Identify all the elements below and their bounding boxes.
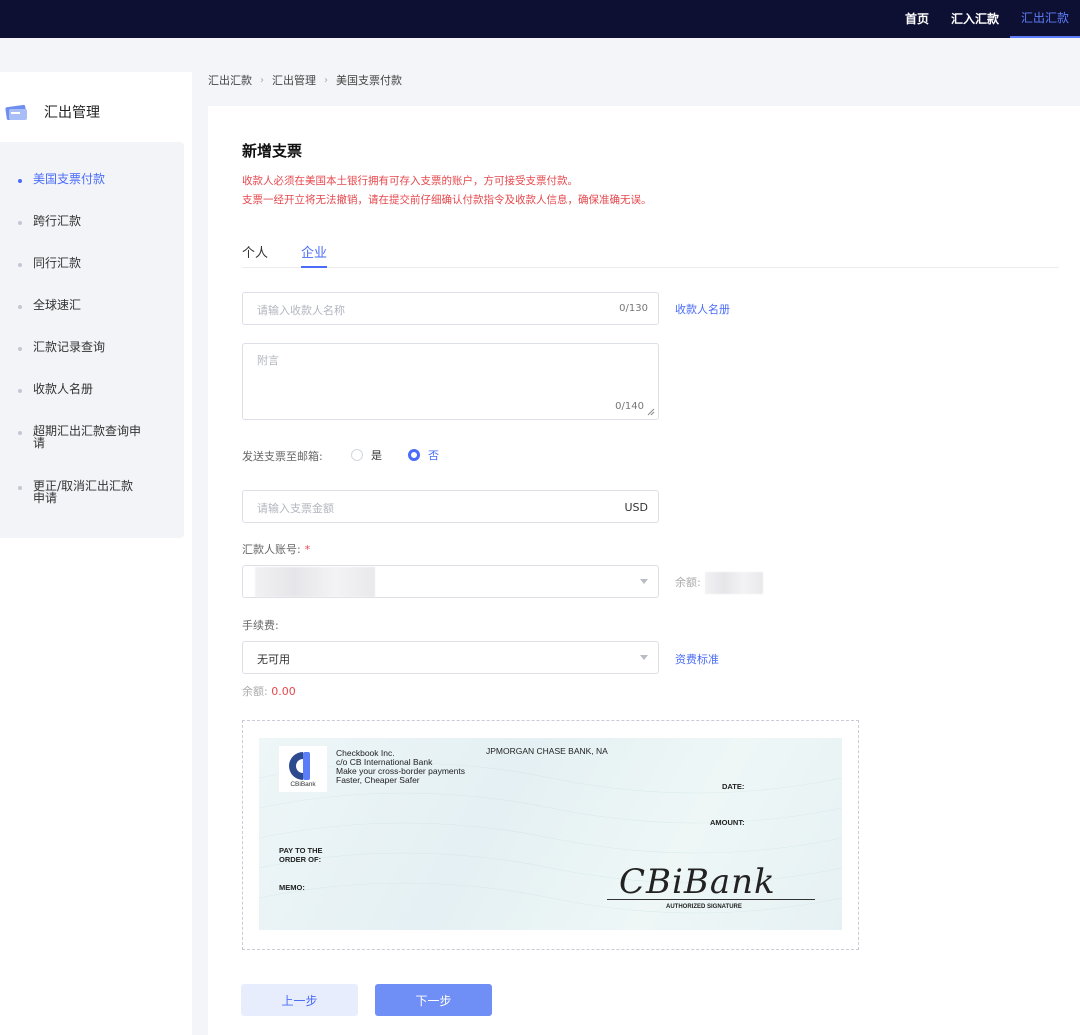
fee-select[interactable]: 无可用 (242, 641, 659, 674)
sidebar-item-label: 超期汇出汇款查询申请 (33, 424, 142, 450)
sidebar-item-label: 同行汇款 (33, 256, 82, 270)
signature: CBiBank (619, 862, 776, 902)
send-email-label: 发送支票至邮箱: (242, 450, 323, 463)
sidebar-item-us-cheque[interactable]: 美国支票付款 (0, 173, 184, 185)
radio-label: 否 (428, 449, 439, 462)
chevron-right-icon: › (260, 74, 264, 86)
sidebar-item-same-bank[interactable]: 同行汇款 (0, 257, 184, 269)
char-counter: 0/130 (619, 303, 648, 314)
prev-step-button[interactable]: 上一步 (241, 984, 358, 1016)
warning-text: 支票一经开立将无法撤销，请在提交前仔细确认付款指令及收款人信息，确保准确无误。 (242, 194, 652, 206)
sidebar-item-interbank[interactable]: 跨行汇款 (0, 215, 184, 227)
sidebar-item-overdue-inquiry[interactable]: 超期汇出汇款查询申请 (0, 425, 184, 449)
memo-label: MEMO: (279, 883, 305, 892)
account-balance-label: 余额: (675, 576, 701, 589)
sidebar-item-label: 更正/取消汇出汇款申请 (33, 479, 134, 505)
bullet-icon (18, 486, 22, 490)
sidebar-item-amend-cancel[interactable]: 更正/取消汇出汇款申请 (0, 480, 184, 504)
breadcrumb-current: 美国支票付款 (336, 74, 402, 87)
issuer-address: Checkbook Inc. c/o CB International Bank… (336, 749, 465, 785)
fee-label: 手续费: (242, 619, 279, 632)
sidebar-header: 汇出管理 (5, 102, 100, 122)
sidebar-item-label: 全球速汇 (33, 298, 82, 312)
sidebar-item-label: 汇款记录查询 (33, 340, 106, 354)
top-navbar: 首页 汇入汇款 汇出汇款 (0, 0, 1080, 38)
sidebar-item-global-express[interactable]: 全球速汇 (0, 299, 184, 311)
amount-placeholder: 请输入支票金额 (257, 502, 334, 515)
nav-inward-remittance[interactable]: 汇入汇款 (940, 0, 1010, 38)
radio-no[interactable]: 否 (408, 447, 439, 463)
bullet-icon (18, 305, 22, 309)
char-counter: 0/140 (615, 401, 644, 412)
bullet-icon (18, 179, 22, 183)
nav-outward-remittance[interactable]: 汇出汇款 (1009, 0, 1080, 38)
next-step-button[interactable]: 下一步 (375, 984, 492, 1016)
cheque-image: CBiBank Checkbook Inc. c/o CB Internatio… (259, 738, 842, 930)
sidebar-item-records[interactable]: 汇款记录查询 (0, 341, 184, 353)
payee-placeholder: 请输入收款人名称 (257, 304, 345, 317)
date-label: DATE: (722, 782, 745, 791)
chevron-down-icon (640, 579, 648, 584)
breadcrumb: 汇出汇款 › 汇出管理 › 美国支票付款 (208, 72, 402, 88)
pay-to-line: ORDER OF: (279, 855, 322, 864)
resize-handle-icon[interactable] (647, 408, 655, 416)
account-label: 汇款人账号: * (242, 541, 310, 557)
sidebar: 汇出管理 美国支票付款 跨行汇款 同行汇款 全球速汇 汇款记录查询 收款人名册 (0, 72, 192, 1035)
signature-line (607, 899, 815, 900)
redacted-balance (705, 572, 763, 594)
bullet-icon (18, 389, 22, 393)
chevron-right-icon: › (324, 74, 328, 86)
top-nav: 首页 汇入汇款 汇出汇款 (894, 0, 1080, 38)
radio-circle-icon (351, 449, 363, 461)
payee-list-link[interactable]: 收款人名册 (675, 301, 730, 317)
fee-balance-label: 余额: (242, 685, 268, 698)
amount-label: AMOUNT: (710, 818, 745, 827)
tab-personal[interactable]: 个人 (242, 242, 268, 268)
radio-yes[interactable]: 是 (351, 447, 382, 463)
bullet-icon (18, 431, 22, 435)
radio-circle-icon (408, 449, 420, 461)
sidebar-menu: 美国支票付款 跨行汇款 同行汇款 全球速汇 汇款记录查询 收款人名册 超期汇出汇… (0, 142, 184, 538)
fee-value: 无可用 (257, 653, 290, 666)
amount-input[interactable]: 请输入支票金额 USD (242, 490, 659, 523)
cheque-preview: CBiBank Checkbook Inc. c/o CB Internatio… (242, 720, 859, 950)
sidebar-item-label: 美国支票付款 (33, 172, 106, 186)
pay-to-line: PAY TO THE (279, 846, 323, 855)
issuer-line: Faster, Cheaper Safer (336, 775, 420, 785)
breadcrumb-item[interactable]: 汇出汇款 (208, 72, 252, 88)
fee-standard-link[interactable]: 资费标准 (675, 651, 719, 667)
sidebar-item-label: 跨行汇款 (33, 214, 82, 228)
tab-enterprise[interactable]: 企业 (301, 242, 328, 268)
bank-logo: CBiBank (279, 746, 327, 792)
payee-name-input[interactable]: 请输入收款人名称 0/130 (242, 292, 659, 325)
bank-name: JPMORGAN CHASE BANK, NA (486, 746, 608, 756)
warning-text: 收款人必须在美国本土银行拥有可存入支票的账户，方可接受支票付款。 (242, 175, 578, 187)
main-panel: 新增支票 收款人必须在美国本土银行拥有可存入支票的账户，方可接受支票付款。 支票… (208, 106, 1080, 1035)
page-title: 新增支票 (242, 142, 303, 160)
pay-to-label: PAY TO THE ORDER OF: (279, 846, 323, 864)
sidebar-title: 汇出管理 (44, 105, 100, 121)
breadcrumb-item[interactable]: 汇出管理 (272, 72, 316, 88)
account-label-text: 汇款人账号: (242, 543, 301, 556)
memo-textarea[interactable]: 附言 0/140 (242, 343, 659, 420)
fee-balance: 余额: 0.00 (242, 683, 296, 699)
account-select[interactable] (242, 565, 659, 598)
fee-balance-value: 0.00 (271, 685, 296, 698)
nav-home[interactable]: 首页 (894, 0, 940, 38)
sidebar-item-label: 收款人名册 (33, 382, 94, 396)
redacted-account (255, 567, 375, 597)
chevron-down-icon (640, 655, 648, 660)
currency-suffix: USD (624, 501, 648, 514)
sidebar-item-payee-list[interactable]: 收款人名册 (0, 383, 184, 395)
card-icon (5, 103, 30, 121)
signature-caption: AUTHORIZED SIGNATURE (666, 904, 742, 910)
bullet-icon (18, 263, 22, 267)
bullet-icon (18, 221, 22, 225)
logo-text: CBiBank (290, 781, 316, 788)
bullet-icon (18, 347, 22, 351)
memo-placeholder: 附言 (257, 354, 279, 367)
required-mark: * (304, 543, 311, 556)
tab-bar: 个人 企业 (242, 236, 1059, 268)
radio-label: 是 (371, 449, 382, 462)
